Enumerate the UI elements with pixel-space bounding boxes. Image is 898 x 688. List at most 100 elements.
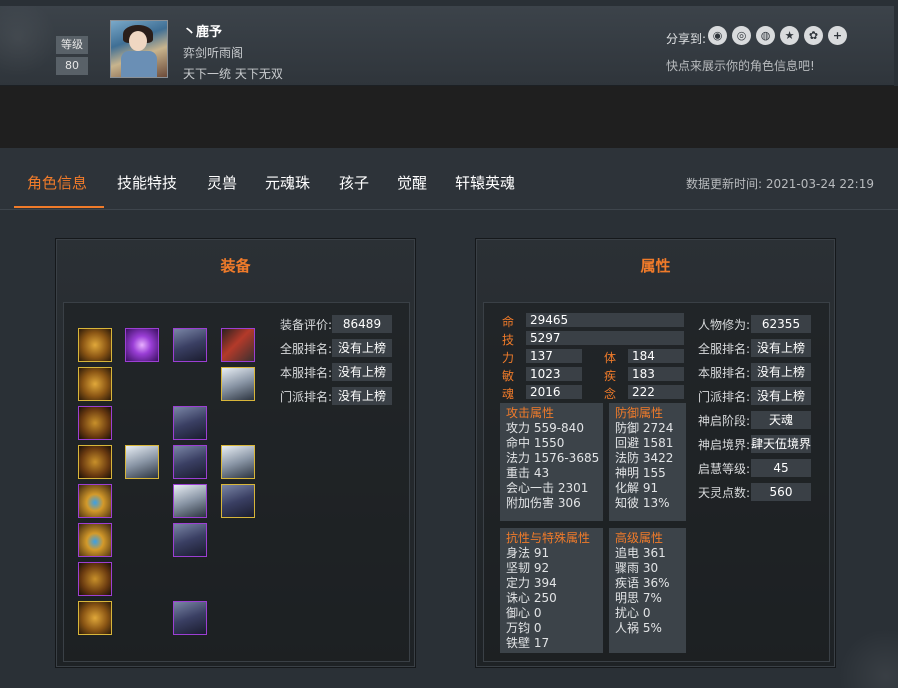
attack-attr-line: 重击 43 [506, 466, 550, 480]
equip-slot-bracer-2[interactable] [78, 445, 112, 479]
equip-slot-helmet[interactable] [173, 328, 207, 362]
attr-global-rank-value: 没有上榜 [751, 339, 811, 357]
equip-slot-mount[interactable] [221, 484, 255, 518]
attr-agi-value: 1023 [526, 367, 582, 381]
equip-slot-pants[interactable] [173, 523, 207, 557]
equip-slot-armor[interactable] [173, 406, 207, 440]
attr-str-key: 力 [502, 351, 515, 365]
equip-server-rank-label: 本服排名: [280, 366, 333, 380]
equip-slot-charm[interactable] [78, 601, 112, 635]
equip-slot-offhand[interactable] [221, 367, 255, 401]
header-separator-band [0, 86, 898, 148]
attributes-panel: 属性 命 29465 技 5297 力 137 体 184 敏 1023 疾 1… [475, 238, 836, 668]
equip-sect-rank-label: 门派排名: [280, 390, 333, 404]
attr-server-rank-label: 本服排名: [698, 366, 751, 380]
circle-icon[interactable]: ◎ [732, 26, 751, 45]
defense-attr-line: 神明 155 [615, 466, 666, 480]
character-guild: 弈剑听雨阁 [183, 46, 244, 60]
equip-server-rank-value: 没有上榜 [332, 363, 392, 381]
weibo-icon[interactable]: ◍ [756, 26, 775, 45]
attack-attr-line: 命中 1550 [506, 436, 565, 450]
tab-soul-orb[interactable]: 元魂珠 [265, 172, 310, 193]
attr-global-rank-label: 全服排名: [698, 342, 751, 356]
equip-slot-wings[interactable] [221, 445, 255, 479]
tab-xuanyuan-hero[interactable]: 轩辕英魂 [455, 172, 515, 193]
cultivation-label: 人物修为: [698, 318, 751, 332]
attack-attributes-title: 攻击属性 [506, 406, 555, 420]
resist-attr-line: 御心 0 [506, 606, 542, 620]
equip-slot-necklace[interactable] [78, 562, 112, 596]
equip-slot-shield[interactable] [173, 484, 207, 518]
divine-realm-value: 肆天伍境界 [751, 435, 811, 453]
attr-mp-key: 技 [502, 333, 515, 347]
attr-sect-rank-value: 没有上榜 [751, 387, 811, 405]
spirit-points-label: 天灵点数: [698, 486, 751, 500]
attr-hp-value: 29465 [526, 313, 684, 327]
equip-slot-gauntlet[interactable] [125, 445, 159, 479]
plus-icon[interactable]: + [828, 26, 847, 45]
star-icon[interactable]: ★ [780, 26, 799, 45]
equip-slot-belt[interactable] [173, 445, 207, 479]
defense-attr-line: 化解 91 [615, 481, 659, 495]
update-time: 数据更新时间: 2021-03-24 22:19 [686, 177, 874, 191]
attr-mp-value: 5297 [526, 331, 684, 345]
equip-global-rank-label: 全服排名: [280, 342, 333, 356]
tab-skills[interactable]: 技能特技 [117, 172, 177, 193]
tab-character-info[interactable]: 角色信息 [27, 172, 87, 193]
defense-attributes-title: 防御属性 [615, 406, 664, 420]
defense-attr-line: 回避 1581 [615, 436, 674, 450]
character-header: 等级 80 丶鹿予 弈剑听雨阁 天下一统 天下无双 分享到: ◉ ◎ ◍ ★ ✿… [0, 6, 894, 86]
advanced-attr-line: 扰心 0 [615, 606, 651, 620]
advanced-attr-line: 人祸 5% [615, 621, 662, 635]
attr-soul-key: 魂 [502, 387, 515, 401]
cultivation-value: 62355 [751, 315, 811, 333]
advanced-attr-line: 明思 7% [615, 591, 662, 605]
attr-server-rank-value: 没有上榜 [751, 363, 811, 381]
equip-slot-glove-2[interactable] [78, 367, 112, 401]
equip-slot-ring-2[interactable] [78, 523, 112, 557]
tab-pet[interactable]: 灵兽 [207, 172, 237, 193]
equip-slot-boots[interactable] [173, 601, 207, 635]
tab-children[interactable]: 孩子 [339, 172, 369, 193]
attr-mind-value: 222 [628, 385, 684, 399]
advanced-attributes-box: 高级属性 追电 361 骤雨 30 疾语 36% 明思 7% 扰心 0 人祸 5… [609, 528, 686, 653]
advanced-attr-line: 疾语 36% [615, 576, 670, 590]
equipment-panel: 装备 装备评价: 86489 全服排名: 没有上榜 本服排名: 没有上榜 门派排… [55, 238, 416, 668]
qzone-icon[interactable]: ✿ [804, 26, 823, 45]
wisdom-level-value: 45 [751, 459, 811, 477]
resist-attr-line: 身法 91 [506, 546, 550, 560]
level-value: 80 [56, 57, 88, 75]
share-icons: ◉ ◎ ◍ ★ ✿ + [708, 26, 847, 45]
character-title: 天下一统 天下无双 [183, 67, 283, 81]
equip-global-rank-value: 没有上榜 [332, 339, 392, 357]
resist-attributes-title: 抗性与特殊属性 [506, 531, 591, 545]
attack-attr-line: 附加伤害 306 [506, 496, 581, 510]
equipment-title: 装备 [220, 257, 251, 275]
wisdom-level-label: 启慧等级: [698, 462, 751, 476]
equip-score-label: 装备评价: [280, 318, 333, 332]
equip-slot-weapon[interactable] [221, 328, 255, 362]
resist-attr-line: 坚韧 92 [506, 561, 550, 575]
tab-awakening[interactable]: 觉醒 [397, 172, 427, 193]
attack-attr-line: 法力 1576-3685 [506, 451, 600, 465]
avatar-body [121, 51, 157, 77]
equip-slot-orb[interactable] [125, 328, 159, 362]
advanced-attributes-title: 高级属性 [615, 531, 664, 545]
attack-attr-line: 攻力 559-840 [506, 421, 584, 435]
resist-attr-line: 定力 394 [506, 576, 557, 590]
defense-attributes-box: 防御属性 防御 2724 回避 1581 法防 3422 神明 155 化解 9… [609, 403, 686, 521]
defense-attr-line: 知彼 13% [615, 496, 670, 510]
share-label: 分享到: [666, 32, 707, 46]
divine-stage-value: 天魂 [751, 411, 811, 429]
advanced-attr-line: 骤雨 30 [615, 561, 659, 575]
defense-attr-line: 防御 2724 [615, 421, 674, 435]
equip-slot-bracer-1[interactable] [78, 406, 112, 440]
character-avatar [110, 20, 168, 78]
equip-slot-glove-1[interactable] [78, 328, 112, 362]
resist-attributes-box: 抗性与特殊属性 身法 91 坚韧 92 定力 394 诛心 250 御心 0 万… [500, 528, 603, 653]
spirit-points-value: 560 [751, 483, 811, 501]
character-name: 丶鹿予 [183, 25, 223, 40]
attr-agi-key: 敏 [502, 369, 515, 383]
wechat-icon[interactable]: ◉ [708, 26, 727, 45]
equip-slot-ring-1[interactable] [78, 484, 112, 518]
